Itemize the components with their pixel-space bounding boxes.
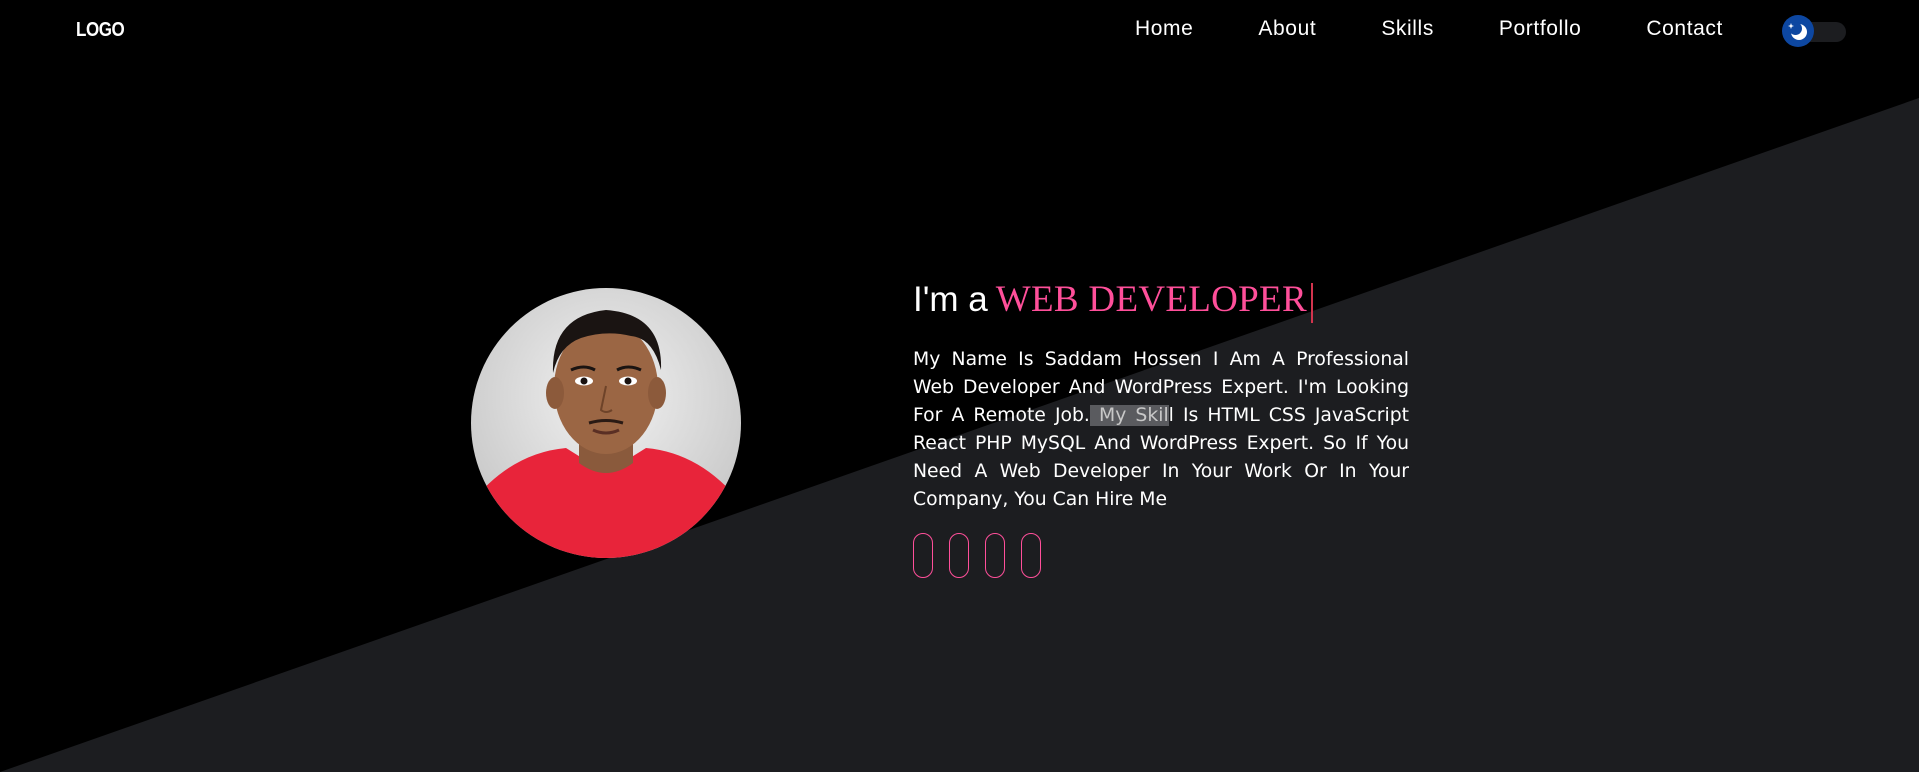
nav-link-skills[interactable]: Skills: [1381, 17, 1434, 41]
headline-role-typed: WEB DEVELOPER: [995, 279, 1307, 320]
moon-icon: [1788, 22, 1807, 40]
social-icon-2[interactable]: [949, 532, 969, 578]
bio-text-selected: My Skil: [1089, 405, 1169, 426]
headline: I'm a WEB DEVELOPER: [913, 278, 1409, 328]
bio-paragraph: My Name Is Saddam Hossen I Am A Professi…: [913, 346, 1409, 514]
headline-prefix: I'm a: [913, 280, 988, 319]
nav-link-contact[interactable]: Contact: [1646, 17, 1723, 41]
toggle-knob: [1782, 15, 1814, 47]
typing-cursor: [1310, 283, 1313, 323]
nav-link-about[interactable]: About: [1258, 17, 1316, 41]
hero-text: I'm a WEB DEVELOPER My Name Is Saddam Ho…: [913, 278, 1409, 578]
main-nav: Home About Skills Portfollo Contact: [1135, 17, 1723, 41]
profile-portrait-image: [471, 288, 741, 558]
social-icon-4[interactable]: [1021, 532, 1041, 578]
logo[interactable]: LOGO: [76, 19, 125, 42]
nav-link-portfolio[interactable]: Portfollo: [1499, 17, 1581, 41]
page: LOGO Home About Skills Portfollo Contact: [0, 0, 1919, 772]
nav-link-home[interactable]: Home: [1135, 17, 1193, 41]
theme-toggle[interactable]: [1782, 15, 1846, 47]
profile-photo: [471, 288, 741, 558]
social-icon-1[interactable]: [913, 532, 933, 578]
social-links: [913, 532, 1409, 578]
social-icon-3[interactable]: [985, 532, 1005, 578]
